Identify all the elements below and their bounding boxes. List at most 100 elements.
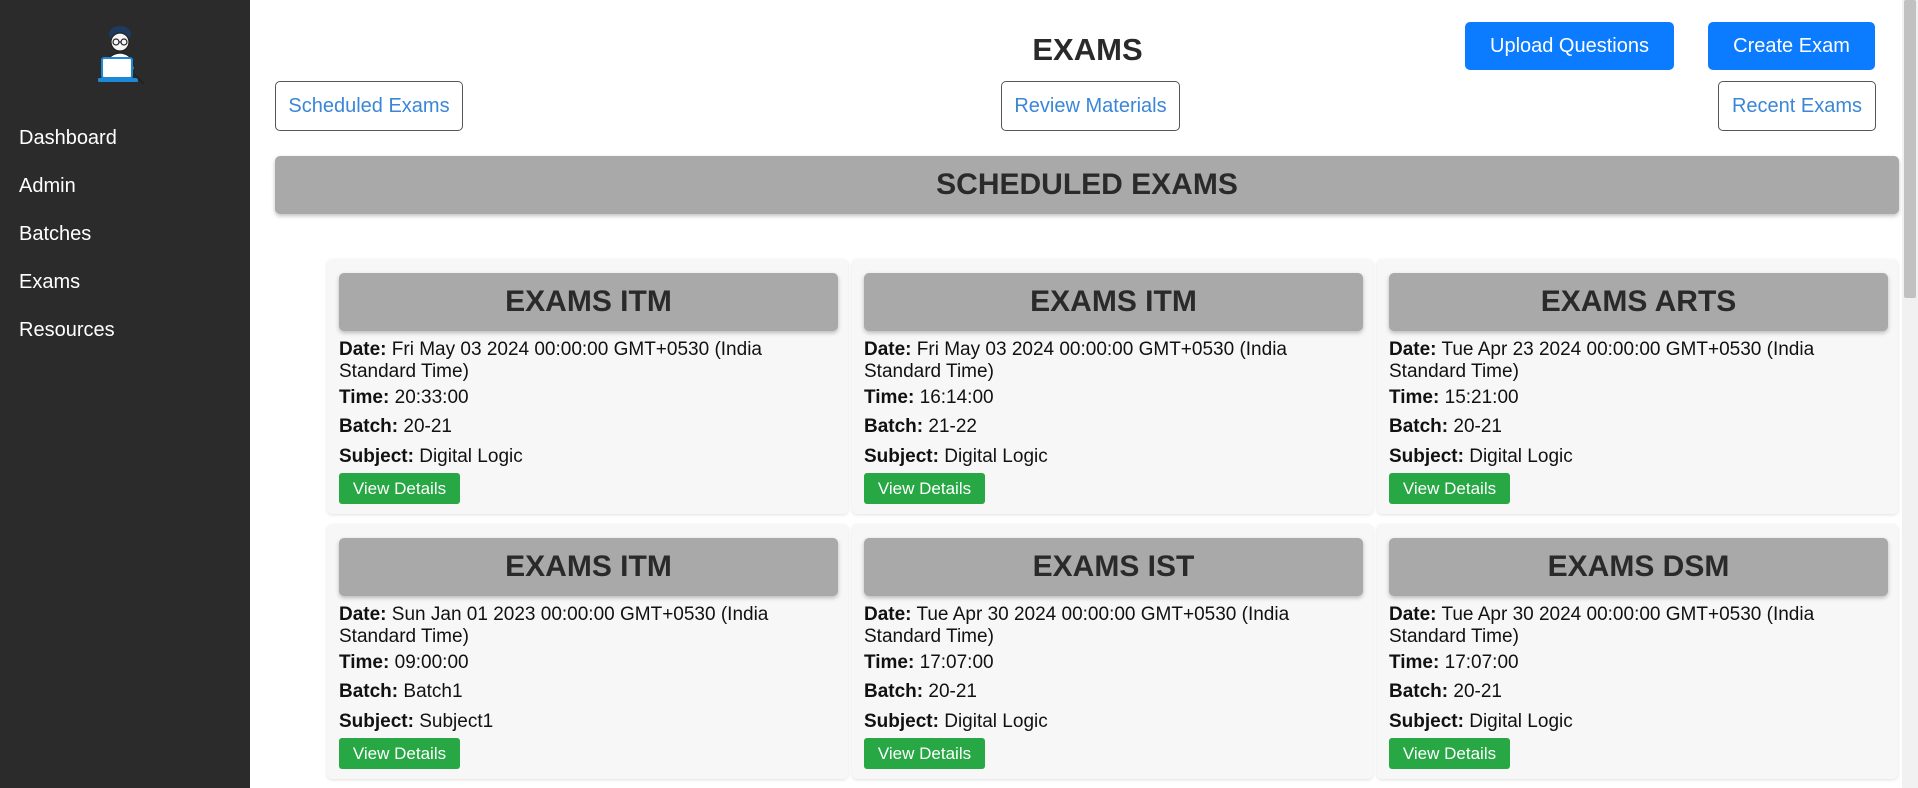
main-content: EXAMS Upload Questions Create Exam Sched… <box>250 0 1918 788</box>
time-label: Time: <box>339 652 390 673</box>
time-value: 20:33:00 <box>394 387 469 408</box>
exam-batch: Batch: 20-21 <box>339 416 829 438</box>
exam-subject: Subject: Digital Logic <box>864 446 1354 468</box>
date-value: Fri May 03 2024 00:00:00 GMT+0530 (India… <box>864 339 1287 382</box>
time-value: 15:21:00 <box>1444 387 1519 408</box>
time-value: 09:00:00 <box>394 652 469 673</box>
date-value: Tue Apr 30 2024 00:00:00 GMT+0530 (India… <box>864 604 1290 647</box>
exam-time: Time: 20:33:00 <box>339 387 829 409</box>
exam-batch: Batch: 20-21 <box>1389 681 1879 703</box>
exam-time: Time: 09:00:00 <box>339 652 829 674</box>
date-label: Date: <box>1389 339 1437 360</box>
batch-value: 20-21 <box>1453 681 1503 702</box>
view-details-button[interactable]: View Details <box>864 473 985 504</box>
time-label: Time: <box>864 387 915 408</box>
section-header: SCHEDULED EXAMS <box>275 156 1899 214</box>
app-logo-icon[interactable] <box>98 22 152 86</box>
view-details-button[interactable]: View Details <box>1389 473 1510 504</box>
batch-label: Batch: <box>1389 681 1449 702</box>
exam-subject: Subject: Digital Logic <box>1389 446 1879 468</box>
exam-subject: Subject: Digital Logic <box>1389 711 1879 733</box>
batch-label: Batch: <box>339 681 399 702</box>
batch-value: Batch1 <box>403 681 463 702</box>
exam-date: Date: Tue Apr 30 2024 00:00:00 GMT+0530 … <box>1389 604 1879 648</box>
exam-card-title: EXAMS ITM <box>339 273 838 331</box>
sidebar-item-batches[interactable]: Batches <box>19 222 91 246</box>
subject-label: Subject: <box>1389 711 1464 732</box>
exam-card-title: EXAMS DSM <box>1389 538 1888 596</box>
exam-batch: Batch: 21-22 <box>864 416 1354 438</box>
exam-batch: Batch: 20-21 <box>1389 416 1879 438</box>
exam-date: Date: Sun Jan 01 2023 00:00:00 GMT+0530 … <box>339 604 829 648</box>
exam-time: Time: 15:21:00 <box>1389 387 1879 409</box>
exam-card-title: EXAMS ARTS <box>1389 273 1888 331</box>
time-value: 16:14:00 <box>919 387 994 408</box>
batch-label: Batch: <box>864 416 924 437</box>
exam-date: Date: Tue Apr 30 2024 00:00:00 GMT+0530 … <box>864 604 1354 648</box>
date-value: Fri May 03 2024 00:00:00 GMT+0530 (India… <box>339 339 762 382</box>
date-label: Date: <box>864 604 912 625</box>
subject-label: Subject: <box>864 446 939 467</box>
upload-questions-button[interactable]: Upload Questions <box>1465 22 1674 70</box>
subject-label: Subject: <box>339 711 414 732</box>
time-label: Time: <box>1389 387 1440 408</box>
sidebar-item-exams[interactable]: Exams <box>19 270 80 294</box>
sidebar-item-resources[interactable]: Resources <box>19 318 115 342</box>
view-details-button[interactable]: View Details <box>864 738 985 769</box>
recent-exams-tab[interactable]: Recent Exams <box>1718 81 1876 131</box>
exam-card-title: EXAMS IST <box>864 538 1363 596</box>
scrollbar-thumb[interactable] <box>1904 0 1916 298</box>
exam-batch: Batch: Batch1 <box>339 681 829 703</box>
exam-date: Date: Fri May 03 2024 00:00:00 GMT+0530 … <box>864 339 1354 383</box>
batch-label: Batch: <box>864 681 924 702</box>
time-value: 17:07:00 <box>1444 652 1519 673</box>
time-label: Time: <box>864 652 915 673</box>
exam-card: EXAMS ITM Date: Fri May 03 2024 00:00:00 … <box>852 259 1373 514</box>
create-exam-button[interactable]: Create Exam <box>1708 22 1875 70</box>
sidebar-item-dashboard[interactable]: Dashboard <box>19 126 117 150</box>
exam-time: Time: 16:14:00 <box>864 387 1354 409</box>
view-details-button[interactable]: View Details <box>339 738 460 769</box>
view-details-button[interactable]: View Details <box>1389 738 1510 769</box>
exam-subject: Subject: Digital Logic <box>339 446 829 468</box>
sidebar: Dashboard Admin Batches Exams Resources <box>0 0 250 788</box>
subject-value: Digital Logic <box>1469 446 1573 467</box>
exam-subject: Subject: Digital Logic <box>864 711 1354 733</box>
batch-value: 20-21 <box>403 416 453 437</box>
exam-time: Time: 17:07:00 <box>1389 652 1879 674</box>
vertical-scrollbar[interactable] <box>1902 0 1918 788</box>
exam-card-title: EXAMS ITM <box>339 538 838 596</box>
exam-card: EXAMS DSM Date: Tue Apr 30 2024 00:00:00 … <box>1377 524 1898 779</box>
exam-card: EXAMS ITM Date: Sun Jan 01 2023 00:00:00 … <box>327 524 848 779</box>
date-label: Date: <box>339 339 387 360</box>
date-value: Tue Apr 23 2024 00:00:00 GMT+0530 (India… <box>1389 339 1815 382</box>
batch-value: 20-21 <box>1453 416 1503 437</box>
date-label: Date: <box>339 604 387 625</box>
date-label: Date: <box>1389 604 1437 625</box>
exam-time: Time: 17:07:00 <box>864 652 1354 674</box>
exam-cards-grid: EXAMS ITM Date: Fri May 03 2024 00:00:00 … <box>325 259 1900 788</box>
date-value: Tue Apr 30 2024 00:00:00 GMT+0530 (India… <box>1389 604 1815 647</box>
subject-value: Digital Logic <box>419 446 523 467</box>
review-materials-tab[interactable]: Review Materials <box>1001 81 1180 131</box>
scheduled-exams-tab[interactable]: Scheduled Exams <box>275 81 463 131</box>
time-label: Time: <box>339 387 390 408</box>
exam-date: Date: Fri May 03 2024 00:00:00 GMT+0530 … <box>339 339 829 383</box>
batch-value: 20-21 <box>928 681 978 702</box>
time-label: Time: <box>1389 652 1440 673</box>
subject-value: Digital Logic <box>944 446 1048 467</box>
exam-batch: Batch: 20-21 <box>864 681 1354 703</box>
subject-label: Subject: <box>339 446 414 467</box>
time-value: 17:07:00 <box>919 652 994 673</box>
exam-card: EXAMS ITM Date: Fri May 03 2024 00:00:00 … <box>327 259 848 514</box>
exam-card: EXAMS IST Date: Tue Apr 30 2024 00:00:00 … <box>852 524 1373 779</box>
subject-value: Digital Logic <box>944 711 1048 732</box>
exam-date: Date: Tue Apr 23 2024 00:00:00 GMT+0530 … <box>1389 339 1879 383</box>
batch-label: Batch: <box>339 416 399 437</box>
batch-value: 21-22 <box>928 416 978 437</box>
date-label: Date: <box>864 339 912 360</box>
view-details-button[interactable]: View Details <box>339 473 460 504</box>
batch-label: Batch: <box>1389 416 1449 437</box>
sidebar-item-admin[interactable]: Admin <box>19 174 76 198</box>
exam-subject: Subject: Subject1 <box>339 711 829 733</box>
